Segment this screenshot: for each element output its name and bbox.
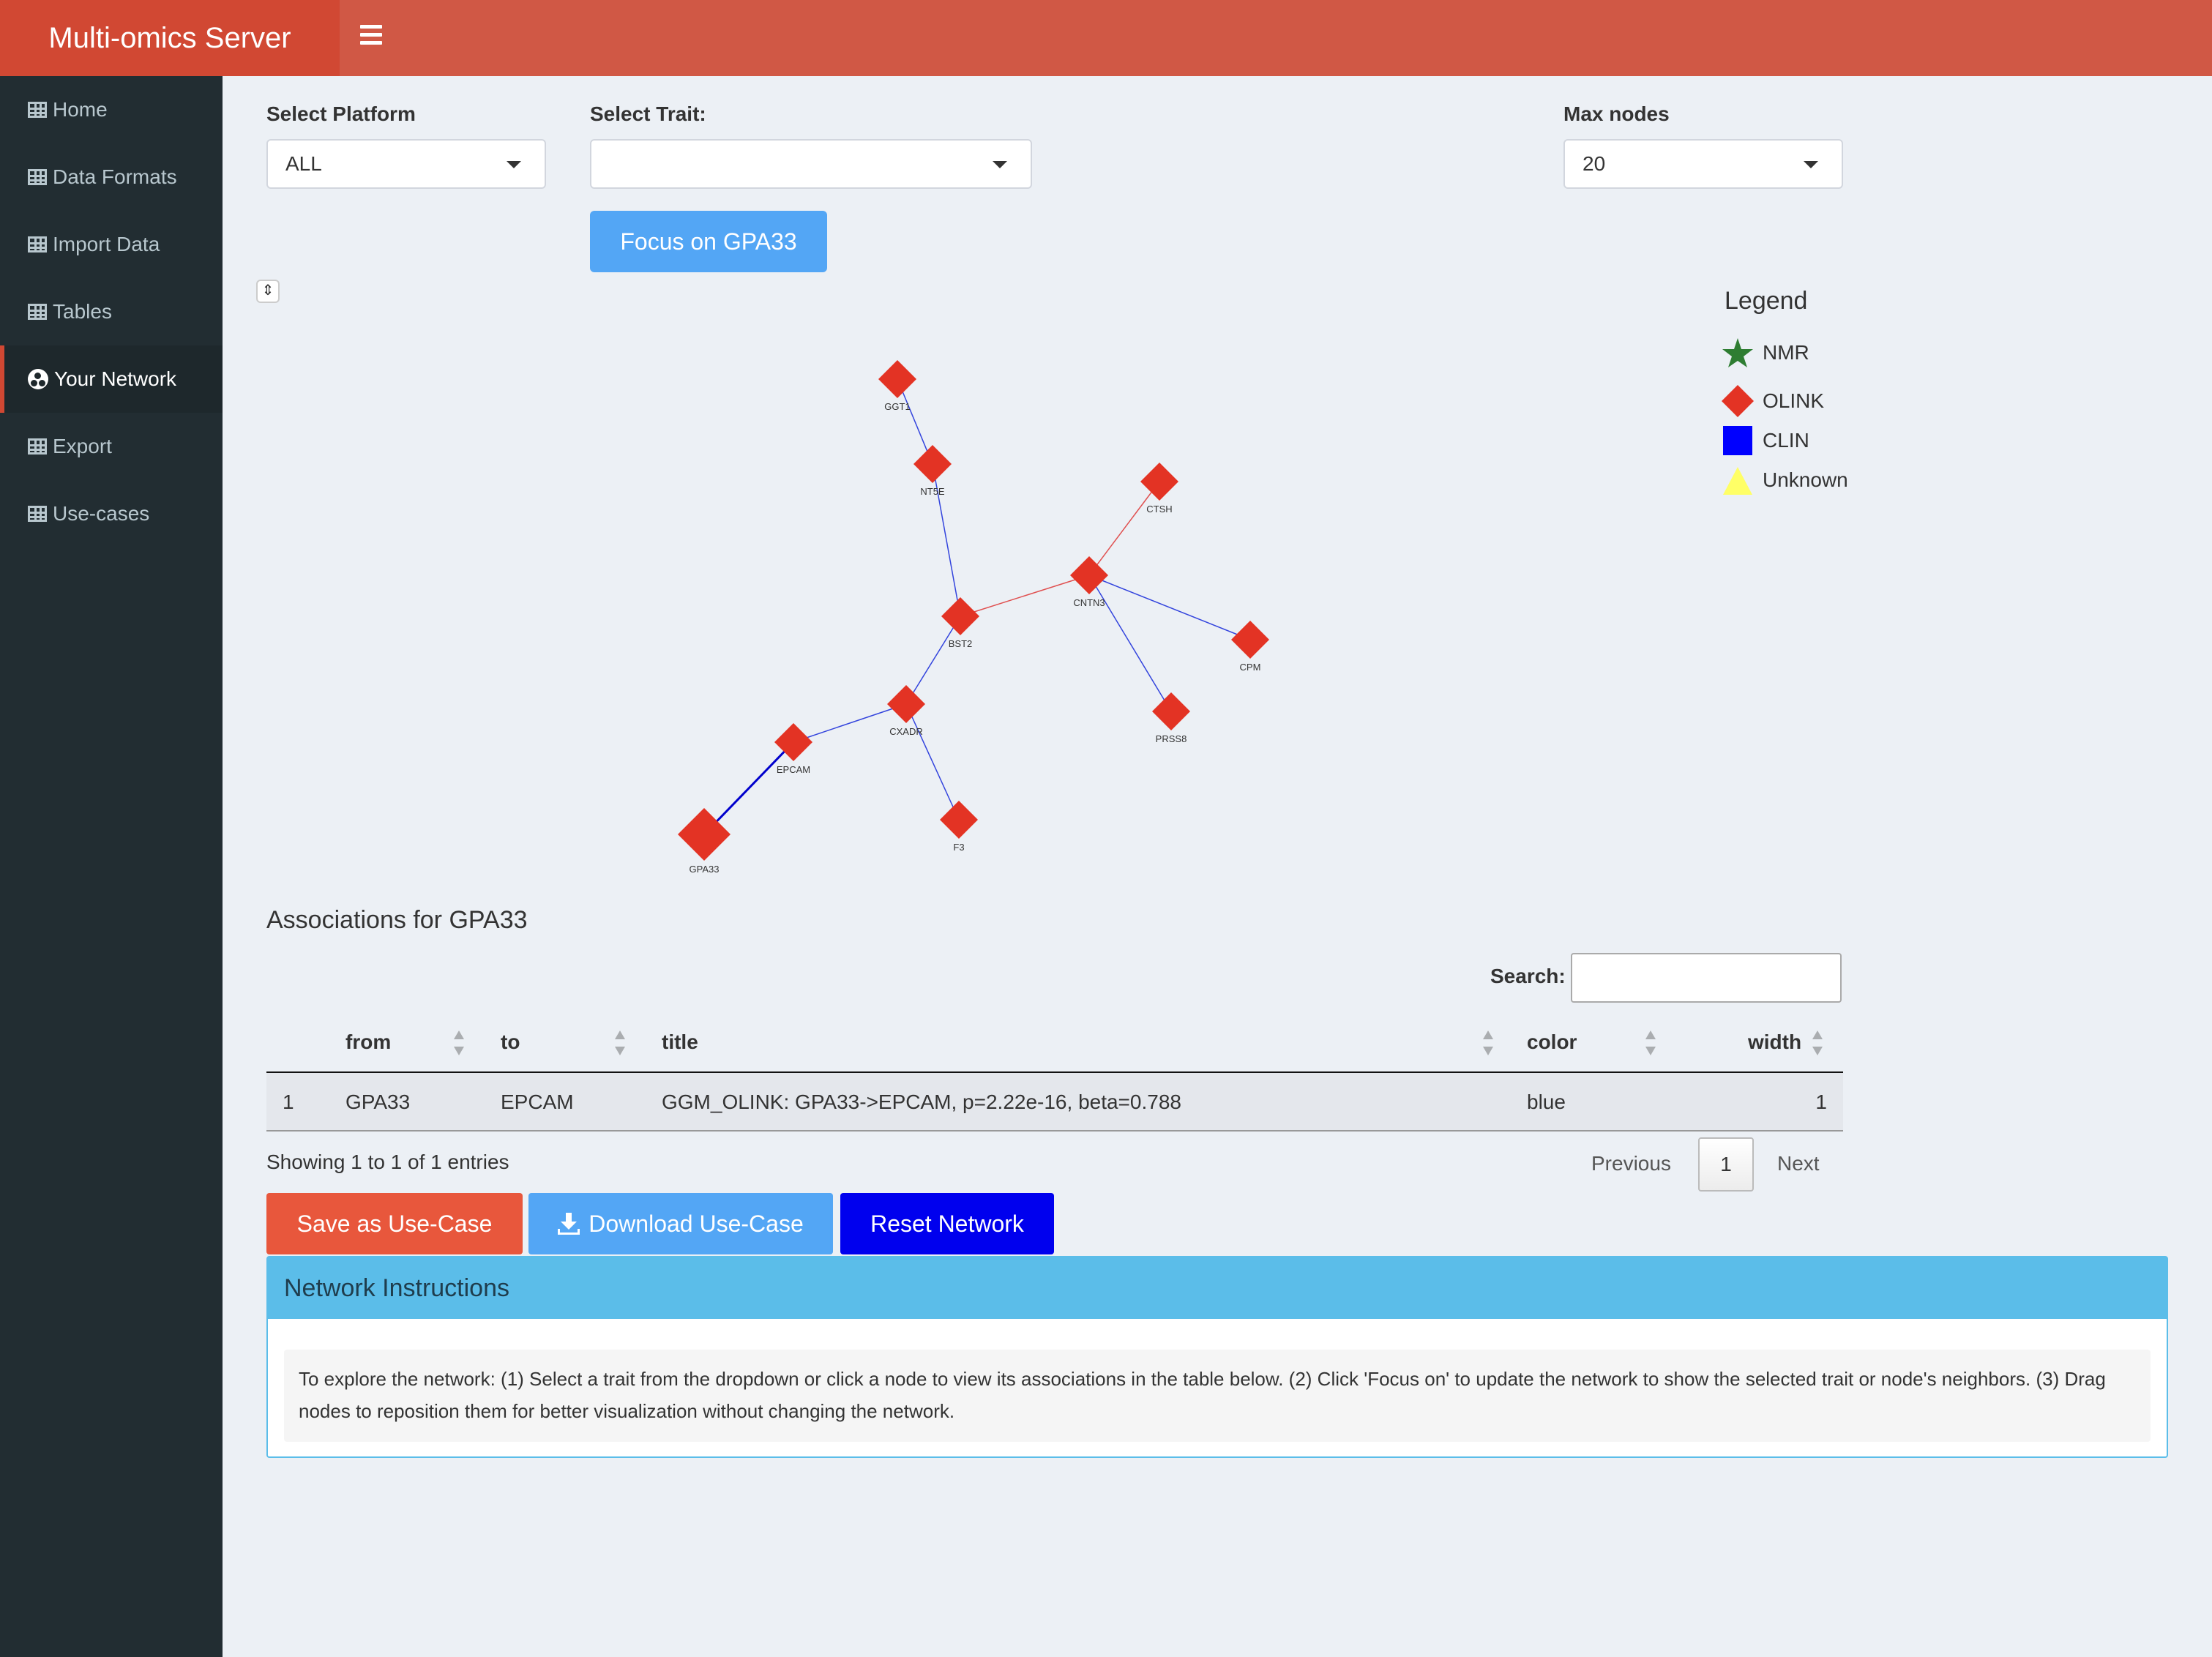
- network-node-cxadr[interactable]: [887, 685, 925, 723]
- sidebar-item-export[interactable]: Export: [0, 413, 223, 480]
- sidebar: Home Data Formats Import Data Tables You…: [0, 76, 223, 1657]
- cell-width: 1: [1815, 1091, 1827, 1113]
- focus-button[interactable]: Focus on GPA33: [590, 211, 827, 272]
- table-icon: [28, 236, 47, 253]
- row-index: 1: [283, 1091, 294, 1113]
- network-node-f3[interactable]: [940, 801, 978, 839]
- search-label: Search:: [1490, 965, 1566, 987]
- star-icon: [1722, 338, 1753, 367]
- instructions-box: Network Instructions To explore the netw…: [266, 1256, 2168, 1458]
- sort-icon[interactable]: [615, 1031, 625, 1055]
- column-header-color[interactable]: color: [1527, 1013, 1577, 1071]
- trait-label: Select Trait:: [590, 102, 706, 125]
- chevron-down-icon: [993, 161, 1007, 168]
- network-node-cpm[interactable]: [1231, 621, 1269, 659]
- network-node-ctsh[interactable]: [1140, 463, 1178, 501]
- network-edge: [1088, 481, 1160, 576]
- sidebar-item-data-formats[interactable]: Data Formats: [0, 143, 223, 211]
- network-edge: [703, 741, 795, 836]
- network-node-label: F3: [953, 842, 964, 853]
- table-icon: [28, 169, 47, 185]
- network-node-label: PRSS8: [1156, 733, 1187, 744]
- reset-network-button[interactable]: Reset Network: [840, 1193, 1054, 1254]
- network-node-label: CNTN3: [1073, 597, 1105, 608]
- associations-title: Associations for GPA33: [266, 906, 528, 934]
- network-edge: [905, 703, 960, 820]
- chevron-down-icon: [507, 161, 521, 168]
- chevron-down-icon: [1804, 161, 1818, 168]
- network-edge: [1088, 575, 1251, 640]
- max-nodes-select[interactable]: 20: [1563, 139, 1843, 189]
- network-node-label: GPA33: [690, 864, 720, 875]
- platform-select[interactable]: ALL: [266, 139, 546, 189]
- app-title[interactable]: Multi-omics Server: [0, 0, 340, 76]
- sort-icon[interactable]: [1645, 1031, 1656, 1055]
- table-info: Showing 1 to 1 of 1 entries: [266, 1151, 509, 1173]
- platform-label: Select Platform: [266, 102, 416, 125]
- column-header-to[interactable]: to: [501, 1013, 520, 1071]
- diamond-icon: [1722, 385, 1754, 417]
- download-icon: [558, 1213, 580, 1235]
- max-nodes-select-value: 20: [1583, 152, 1606, 175]
- triangle-icon: [1723, 467, 1752, 495]
- column-header-width[interactable]: width: [1748, 1013, 1801, 1071]
- network-node-label: GGT1: [884, 401, 910, 412]
- sidebar-item-tables[interactable]: Tables: [0, 278, 223, 345]
- cell-title: GGM_OLINK: GPA33->EPCAM, p=2.22e-16, bet…: [662, 1091, 1181, 1113]
- expand-toggle-icon[interactable]: ⇕: [256, 280, 280, 303]
- network-node-label: CXADR: [889, 726, 923, 737]
- column-header-title[interactable]: title: [662, 1013, 698, 1071]
- top-navbar: Multi-omics Server: [0, 0, 2212, 76]
- instructions-text: To explore the network: (1) Select a tra…: [284, 1350, 2151, 1442]
- sort-icon[interactable]: [1812, 1031, 1823, 1055]
- network-edge: [1088, 575, 1172, 712]
- sidebar-item-home[interactable]: Home: [0, 76, 223, 143]
- max-nodes-label: Max nodes: [1563, 102, 1670, 125]
- table-icon: [28, 304, 47, 320]
- sidebar-item-your-network[interactable]: Your Network: [0, 345, 223, 413]
- column-header-from[interactable]: from: [345, 1013, 391, 1071]
- network-icon: [28, 369, 48, 389]
- pagination-page-1[interactable]: 1: [1698, 1137, 1754, 1192]
- network-node-label: BST2: [949, 638, 973, 649]
- cell-color: blue: [1527, 1091, 1566, 1113]
- network-node-ggt1[interactable]: [878, 360, 916, 398]
- sidebar-item-use-cases[interactable]: Use-cases: [0, 480, 223, 547]
- network-node-label: CTSH: [1146, 504, 1172, 515]
- network-node-label: EPCAM: [777, 764, 810, 775]
- sort-icon[interactable]: [1483, 1031, 1493, 1055]
- sort-icon[interactable]: [454, 1031, 464, 1055]
- network-graph[interactable]: GGT1 NT5E CTSH CNTN3 BST2 CPM CXADR PRSS8 EPCAM F…: [454, 322, 1376, 893]
- sidebar-item-import-data[interactable]: Import Data: [0, 211, 223, 278]
- trait-select[interactable]: [590, 139, 1032, 189]
- network-edge: [960, 575, 1090, 617]
- hamburger-menu-icon[interactable]: [360, 25, 382, 51]
- network-node-label: CPM: [1240, 662, 1261, 673]
- network-node-label: NT5E: [920, 486, 945, 497]
- save-use-case-button[interactable]: Save as Use-Case: [266, 1193, 523, 1254]
- network-node-prss8[interactable]: [1152, 692, 1190, 730]
- search-input[interactable]: [1571, 953, 1842, 1003]
- cell-to: EPCAM: [501, 1091, 574, 1113]
- associations-table: from to title color width 1 GPA33 EPCAM …: [266, 1013, 1843, 1132]
- square-icon: [1723, 426, 1752, 455]
- network-node-nt5e[interactable]: [913, 445, 952, 483]
- network-node-bst2[interactable]: [941, 597, 979, 635]
- table-header: from to title color width: [266, 1013, 1843, 1073]
- network-edge: [905, 616, 961, 705]
- table-icon: [28, 102, 47, 118]
- legend-title: Legend: [1725, 287, 1808, 315]
- table-row[interactable]: 1 GPA33 EPCAM GGM_OLINK: GPA33->EPCAM, p…: [266, 1073, 1843, 1132]
- instructions-title: Network Instructions: [268, 1257, 2167, 1319]
- network-node-cntn3[interactable]: [1070, 556, 1108, 594]
- download-use-case-button[interactable]: Download Use-Case: [528, 1193, 833, 1254]
- platform-select-value: ALL: [285, 152, 322, 175]
- pagination-previous[interactable]: Previous: [1591, 1152, 1671, 1175]
- cell-from: GPA33: [345, 1091, 411, 1113]
- pagination-next[interactable]: Next: [1777, 1152, 1820, 1175]
- table-icon: [28, 438, 47, 455]
- table-icon: [28, 506, 47, 522]
